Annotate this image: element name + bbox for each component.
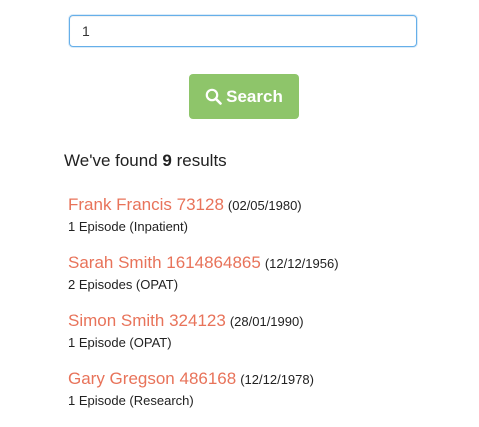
episode-summary: 1 Episode (Research) [68,393,194,408]
result-count-prefix: We've found [64,151,158,170]
episode-summary: 2 Episodes (OPAT) [68,277,179,292]
episode-summary: 1 Episode (Inpatient) [68,219,188,234]
search-button[interactable]: Search [189,74,299,119]
result-count-suffix: results [176,151,227,170]
patient-link[interactable]: Gary Gregson 486168 [68,369,236,389]
result-count-number: 9 [162,151,172,170]
patient-dob: (28/01/1990) [229,314,304,329]
patient-link[interactable]: Simon Smith 324123 [68,311,226,331]
patient-dob: (02/05/1980) [227,198,302,213]
episode-summary: 1 Episode (OPAT) [68,335,172,350]
patient-dob: (12/12/1978) [240,372,314,387]
search-button-label: Search [226,86,283,106]
search-icon [205,88,222,105]
list-item: Simon Smith 324123 (28/01/1990) 1 Episod… [68,311,468,369]
search-input[interactable] [69,15,417,47]
patient-link[interactable]: Frank Francis 73128 [68,195,224,215]
result-count: We've found 9 results [64,151,227,171]
patient-link[interactable]: Sarah Smith 1614864865 [68,253,261,273]
results-list: Frank Francis 73128 (02/05/1980) 1 Episo… [68,195,468,427]
list-item: Frank Francis 73128 (02/05/1980) 1 Episo… [68,195,468,253]
list-item: Sarah Smith 1614864865 (12/12/1956) 2 Ep… [68,253,468,311]
patient-dob: (12/12/1956) [264,256,339,271]
list-item: Gary Gregson 486168 (12/12/1978) 1 Episo… [68,369,468,427]
